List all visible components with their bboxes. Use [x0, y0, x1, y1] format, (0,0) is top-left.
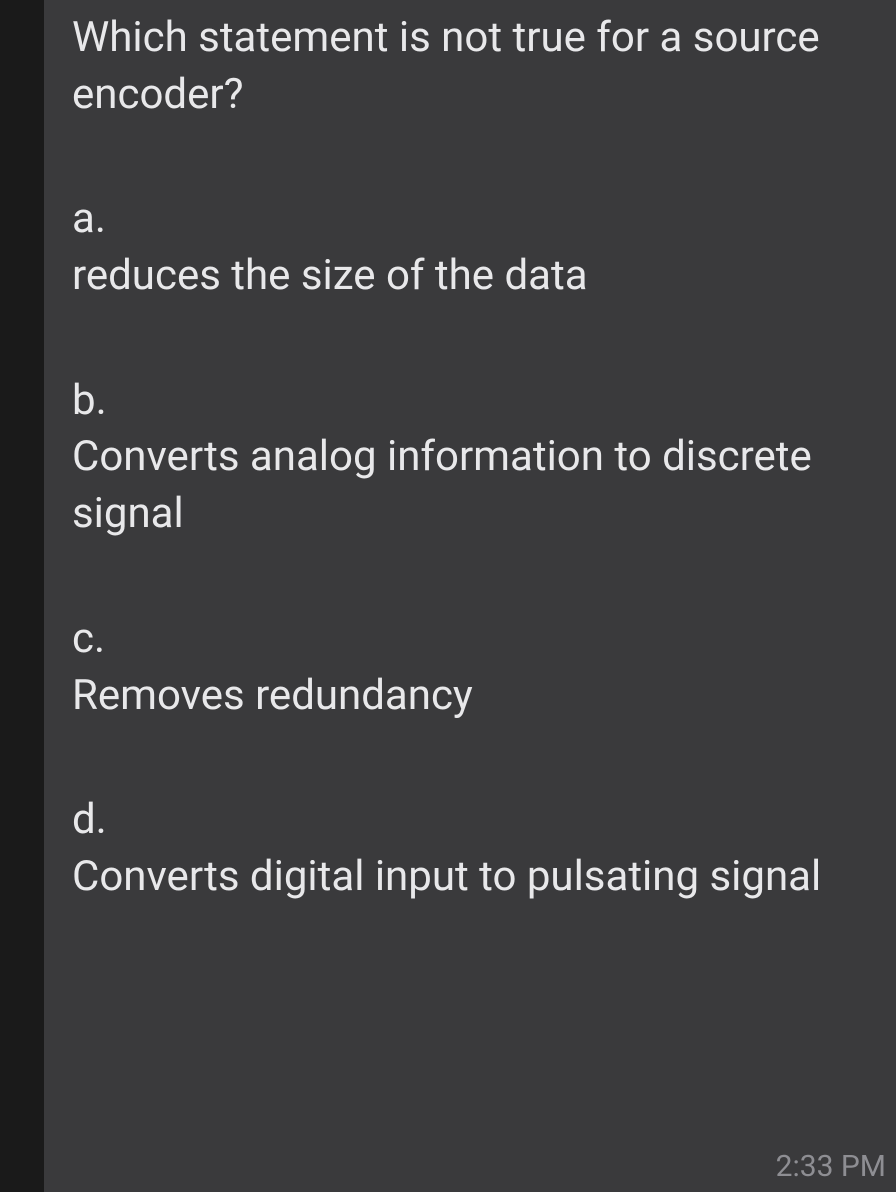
left-margin-strip — [0, 0, 44, 1192]
option-text: Converts digital input to pulsating sign… — [72, 849, 868, 906]
option-letter: d. — [72, 792, 868, 849]
option-b: b. Converts analog information to discre… — [72, 373, 868, 543]
option-letter: c. — [72, 611, 868, 668]
message-content: Which statement is not true for a source… — [44, 0, 896, 1192]
option-letter: b. — [72, 373, 868, 430]
option-letter: a. — [72, 191, 868, 248]
option-text: reduces the size of the data — [72, 248, 868, 305]
option-a: a. reduces the size of the data — [72, 191, 868, 304]
option-d: d. Converts digital input to pulsating s… — [72, 792, 868, 905]
option-text: Removes redundancy — [72, 668, 868, 725]
option-text: Converts analog information to discrete … — [72, 429, 868, 542]
message-timestamp: 2:33 PM — [776, 1149, 886, 1184]
question-text: Which statement is not true for a source… — [72, 10, 868, 123]
option-c: c. Removes redundancy — [72, 611, 868, 724]
